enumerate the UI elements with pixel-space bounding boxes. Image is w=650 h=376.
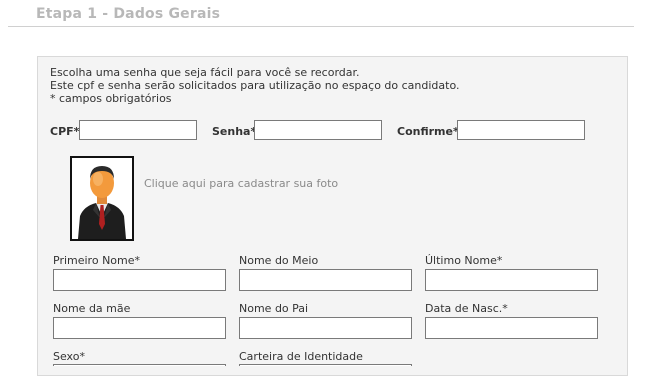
- confirme-label: Confirme*: [397, 125, 459, 138]
- nome-da-mae-input[interactable]: [53, 317, 226, 339]
- confirme-input[interactable]: [457, 120, 585, 140]
- intro-line-1: Escolha uma senha que seja fácil para vo…: [50, 66, 360, 79]
- nome-da-mae-label: Nome da mãe: [53, 302, 131, 315]
- ultimo-nome-input[interactable]: [425, 269, 598, 291]
- nome-do-meio-label: Nome do Meio: [239, 254, 319, 267]
- intro-line-2: Este cpf e senha serão solicitados para …: [50, 79, 460, 92]
- primeiro-nome-input[interactable]: [53, 269, 226, 291]
- carteira-label: Carteira de Identidade: [239, 350, 363, 363]
- upload-photo-link[interactable]: Clique aqui para cadastrar sua foto: [144, 177, 338, 190]
- photo-upload-button[interactable]: [70, 156, 134, 241]
- senha-label: Senha*: [212, 125, 257, 138]
- nome-do-meio-input[interactable]: [239, 269, 412, 291]
- page-title: Etapa 1 - Dados Gerais: [36, 6, 221, 22]
- required-fields-note: * campos obrigatórios: [50, 92, 172, 105]
- cpf-label: CPF*: [50, 125, 80, 138]
- primeiro-nome-label: Primeiro Nome*: [53, 254, 141, 267]
- person-avatar-icon: [78, 166, 126, 239]
- intro-text: Escolha uma senha que seja fácil para vo…: [50, 66, 460, 105]
- sexo-label: Sexo*: [53, 350, 85, 363]
- nome-do-pai-input[interactable]: [239, 317, 412, 339]
- nome-do-pai-label: Nome do Pai: [239, 302, 309, 315]
- data-nasc-label: Data de Nasc.*: [425, 302, 508, 315]
- cpf-input[interactable]: [79, 120, 197, 140]
- senha-input[interactable]: [254, 120, 382, 140]
- ultimo-nome-label: Último Nome*: [425, 254, 503, 267]
- data-nasc-input[interactable]: [425, 317, 598, 339]
- title-divider: [8, 26, 634, 27]
